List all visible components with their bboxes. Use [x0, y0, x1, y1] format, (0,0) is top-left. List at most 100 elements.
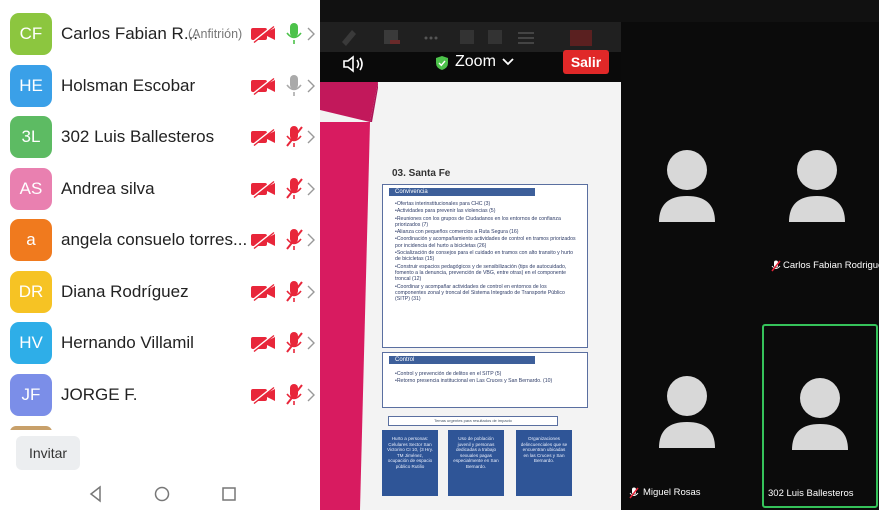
- slide-list-item: •Coordinación y acompañamiento actividad…: [395, 236, 576, 249]
- avatar-silhouette-icon: [789, 150, 845, 222]
- tile-name-label: Miguel Rosas: [643, 487, 701, 498]
- slide-decoration: [320, 82, 378, 510]
- chevron-right-icon[interactable]: [306, 79, 316, 93]
- chevron-right-icon[interactable]: [306, 182, 316, 196]
- participant-row[interactable]: JF JORGE F.: [0, 369, 320, 421]
- chevron-right-icon[interactable]: [306, 233, 316, 247]
- participants-list: CF Carlos Fabian R... (Anfitrión) HE Holsman…: [0, 0, 320, 430]
- recents-icon[interactable]: [219, 484, 239, 504]
- participant-row[interactable]: 3L 302 Luis Ballesteros: [0, 111, 320, 163]
- mic-muted-icon[interactable]: [284, 383, 304, 407]
- slide-title: 03. Santa Fe: [392, 168, 451, 179]
- avatar: 3L: [10, 116, 52, 158]
- mic-muted-icon[interactable]: [284, 280, 304, 304]
- participant-name: Andrea silva: [61, 178, 155, 198]
- mic-muted-icon[interactable]: [284, 228, 304, 252]
- slide-list-item: •Reuniones con los grupos de Ciudadanos …: [395, 215, 561, 228]
- video-grid: Carlos Fabian Rodrigue Miguel Rosas 302 …: [621, 0, 879, 510]
- participant-row[interactable]: DR Diana Rodríguez: [0, 266, 320, 318]
- slide-card-2: Uso de población juvenil y personas dedi…: [448, 430, 504, 496]
- avatar: HV: [10, 322, 52, 364]
- participant-name: Carlos Fabian R...: [61, 24, 198, 43]
- participant-row[interactable]: AS Andrea silva: [0, 163, 320, 215]
- host-label: (Anfitrión): [188, 27, 243, 41]
- speaker-icon[interactable]: [342, 54, 366, 74]
- invite-button[interactable]: Invitar: [16, 436, 80, 470]
- annotation-toolbar: [320, 22, 621, 52]
- control-header: Control: [389, 356, 535, 364]
- meeting-title[interactable]: Zoom: [455, 53, 496, 71]
- participant-name: 302 Luis Ballesteros: [61, 127, 215, 146]
- video-off-icon[interactable]: [250, 334, 276, 352]
- chevron-right-icon[interactable]: [306, 27, 316, 41]
- video-off-icon[interactable]: [250, 282, 276, 301]
- video-off-icon[interactable]: [250, 231, 276, 249]
- avatar: DR: [10, 270, 52, 313]
- slide-card-1: Hurto a personas: Celulares Sector San V…: [382, 430, 438, 496]
- video-off-icon[interactable]: [250, 385, 276, 404]
- back-icon[interactable]: [86, 484, 106, 504]
- slide-list-item: •Control y prevención de delitos en el S…: [395, 371, 502, 377]
- mic-icon[interactable]: [284, 74, 304, 98]
- mic-muted-icon[interactable]: [284, 125, 304, 149]
- convivencia-box: Convivencia •Ofertas interinstitucionale…: [382, 184, 588, 348]
- slide-list-item: •Ofertas interinstitucionales para CHC (…: [395, 201, 491, 207]
- status-bar: [320, 0, 621, 22]
- chevron-right-icon[interactable]: [306, 388, 316, 402]
- slide-list-item: •Alianza con pequeños comercios a Ruta S…: [395, 229, 519, 236]
- leave-button[interactable]: Salir: [563, 50, 609, 74]
- status-bar: [621, 0, 879, 22]
- participant-row[interactable]: a angela consuelo torres...: [0, 214, 320, 266]
- video-off-icon[interactable]: [250, 25, 276, 43]
- avatar: HE: [10, 64, 52, 107]
- mic-muted-icon: [771, 260, 781, 272]
- avatar: AS: [10, 167, 52, 210]
- video-tile-active-speaker[interactable]: 302 Luis Ballesteros: [762, 324, 878, 508]
- video-tile[interactable]: [625, 130, 749, 270]
- control-box: Control •Control y prevención de delitos…: [382, 352, 588, 408]
- participant-name: Holsman Escobar: [61, 75, 196, 95]
- control-list: •Control y prevención de delitos en el S…: [395, 371, 579, 386]
- slide-list-item: •Construir espacios pedagógicos y de sen…: [395, 263, 567, 283]
- slide-note: Temas urgentes para resultados de impact…: [388, 416, 558, 426]
- participants-panel: CF Carlos Fabian R... (Anfitrión) HE Holsman…: [0, 0, 320, 510]
- slide-list-item: •Coordinar y acompañar actividades de co…: [395, 283, 565, 303]
- participant-row[interactable]: CF Carlos Fabian R... (Anfitrión): [0, 8, 320, 60]
- participant-row[interactable]: HE Holsman Escobar: [0, 60, 320, 112]
- avatar: a: [10, 219, 52, 261]
- participant-name: Diana Rodríguez: [61, 281, 189, 301]
- avatar: CF: [10, 13, 52, 55]
- android-nav-bar: [0, 480, 320, 510]
- avatar-silhouette-icon: [659, 150, 715, 222]
- avatar-silhouette-icon: [792, 378, 848, 450]
- slide-list-item: •Socialización de consejos para el cuida…: [395, 250, 574, 263]
- participant-row[interactable]: HV Hernando Villamil: [0, 317, 320, 369]
- participant-name: angela consuelo torres...: [61, 230, 248, 249]
- video-off-icon[interactable]: [250, 179, 276, 198]
- avatar: JF: [10, 373, 52, 416]
- shared-screen-panel: Zoom Salir 03. Santa Fe Convivencia •Ofe…: [320, 0, 621, 510]
- mic-muted-icon[interactable]: [284, 177, 304, 201]
- video-off-icon[interactable]: [250, 76, 276, 95]
- chevron-right-icon[interactable]: [306, 336, 316, 350]
- chevron-right-icon[interactable]: [306, 285, 316, 299]
- slide-list-item: •Retorno presencia institucional en Las …: [395, 378, 553, 385]
- tile-name-label: 302 Luis Ballesteros: [768, 488, 854, 499]
- video-off-icon[interactable]: [250, 128, 276, 146]
- avatar-silhouette-icon: [659, 376, 715, 448]
- video-tile[interactable]: Miguel Rosas: [625, 328, 749, 506]
- participant-name: Hernando Villamil: [61, 333, 194, 352]
- mic-icon[interactable]: [284, 22, 304, 46]
- chevron-down-icon[interactable]: [502, 58, 514, 66]
- home-icon[interactable]: [152, 484, 172, 504]
- mic-muted-icon[interactable]: [284, 331, 304, 355]
- tile-name-label: Carlos Fabian Rodrigue: [783, 260, 879, 271]
- chevron-right-icon[interactable]: [306, 130, 316, 144]
- slide-card-3: Organizaciones delincuenciales que se en…: [516, 430, 572, 496]
- mic-muted-icon: [629, 487, 639, 499]
- shield-icon[interactable]: [436, 56, 448, 70]
- video-tile[interactable]: Carlos Fabian Rodrigue: [755, 130, 879, 275]
- meeting-top-bar: Zoom Salir: [320, 0, 621, 82]
- avatar: [10, 426, 52, 430]
- convivencia-header: Convivencia: [389, 188, 535, 196]
